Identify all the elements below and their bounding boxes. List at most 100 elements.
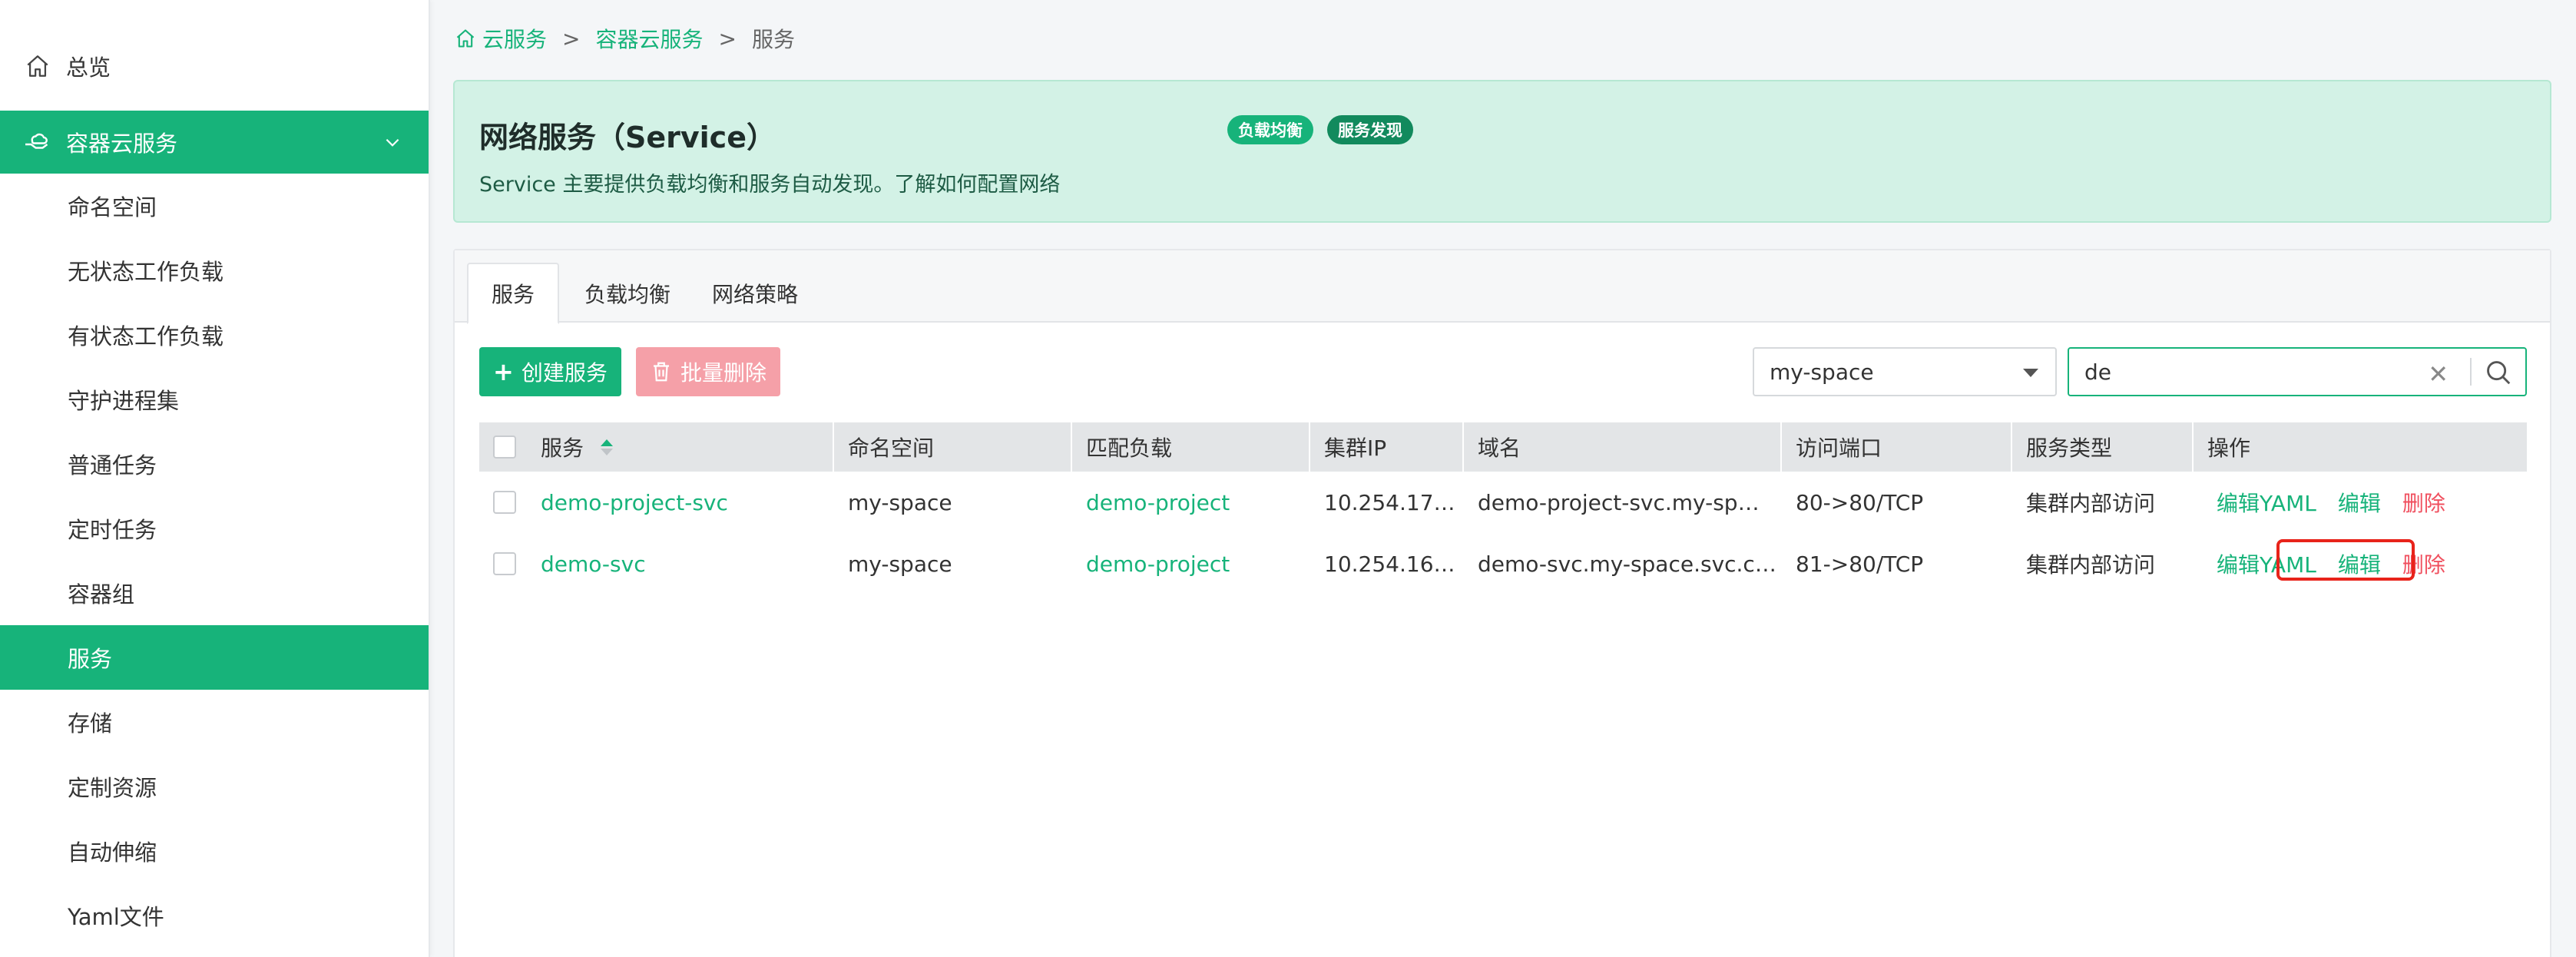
row-checkbox[interactable] [493, 491, 516, 514]
sidebar-item[interactable]: 容器组 [0, 561, 429, 625]
tab-bar: 服务 负载均衡 网络策略 [455, 250, 2550, 324]
cell-service-type: 集群内部访问 [2011, 533, 2192, 594]
clear-icon[interactable]: ✕ [2428, 359, 2449, 389]
badge-service-discovery: 服务发现 [1327, 115, 1413, 144]
sidebar-item-label: 定时任务 [68, 517, 157, 543]
cell-namespace: my-space [833, 472, 1071, 533]
cell-service-name[interactable]: demo-project-svc [525, 472, 833, 533]
sidebar-group-label: 容器云服务 [66, 131, 178, 157]
cell-service-type: 集群内部访问 [2011, 472, 2192, 533]
plus-icon: + [493, 357, 514, 386]
delete-link[interactable]: 删除 [2402, 487, 2445, 518]
sidebar-item-label: 有状态工作负载 [68, 323, 224, 349]
sidebar-item-label: 存储 [68, 710, 113, 737]
column-header-service[interactable]: 服务 [525, 422, 833, 472]
cell-service-name-text: demo-project-svc [541, 489, 728, 515]
sidebar-item[interactable]: 定时任务 [0, 496, 429, 561]
services-panel: 服务 负载均衡 网络策略 + 创建服务 批量删除 my-space de ✕ 服… [453, 249, 2551, 957]
sidebar-item-label: 普通任务 [68, 452, 157, 478]
table-header: 服务 命名空间 匹配负载 集群IP 域名 访问端口 服务类型 操作 [479, 422, 2527, 472]
page-title: 网络服务（Service） [479, 121, 776, 154]
cell-workload[interactable]: demo-project [1071, 533, 1309, 594]
select-all-checkbox[interactable] [493, 435, 516, 459]
row-checkbox[interactable] [493, 552, 516, 575]
row-select-cell [479, 533, 525, 594]
sidebar-item-label: 容器组 [68, 581, 135, 608]
cell-workload-text: demo-project [1086, 489, 1230, 515]
cell-namespace: my-space [833, 533, 1071, 594]
sidebar-item[interactable]: 普通任务 [0, 432, 429, 496]
sidebar-item-label: 无状态工作负载 [68, 259, 224, 285]
edit-link[interactable]: 编辑 [2338, 487, 2381, 518]
home-icon[interactable] [455, 28, 476, 49]
trash-icon [654, 362, 669, 382]
sidebar-item[interactable]: 无状态工作负载 [0, 238, 429, 303]
sidebar-item[interactable]: 自动伸缩 [0, 819, 429, 883]
cell-cluster-ip: 10.254.16… [1309, 533, 1462, 594]
table-row: demo-svc my-space demo-project 10.254.16… de… [479, 533, 2527, 594]
info-banner: 网络服务（Service） Service 主要提供负载均衡和服务自动发现。了解… [453, 80, 2551, 223]
search-divider [2470, 358, 2472, 386]
cell-namespace-text: my-space [848, 489, 952, 515]
caret-down-icon [2023, 369, 2038, 377]
tab-services[interactable]: 服务 [467, 263, 559, 324]
cell-port: 80->80/TCP [1780, 472, 2011, 533]
sidebar: 总览 容器云服务 命名空间无状态工作负载 有状态工作负载 守护进程集普通任务定时任务… [0, 0, 430, 957]
column-header-domain: 域名 [1478, 435, 1521, 461]
sidebar-item-overview[interactable]: 总览 [0, 34, 429, 98]
column-header-workload: 匹配负载 [1086, 435, 1173, 461]
sidebar-item[interactable]: 守护进程集 [0, 367, 429, 432]
row-select-cell [479, 472, 525, 533]
breadcrumb-separator: > [718, 25, 737, 51]
breadcrumb-root-link[interactable]: 云服务 [482, 23, 547, 54]
cell-domain-text: demo-project-svc.my-sp… [1478, 489, 1760, 515]
cell-cluster-ip-text: 10.254.17… [1324, 489, 1455, 515]
cell-cluster-ip-text: 10.254.16… [1324, 551, 1455, 577]
cell-workload[interactable]: demo-project [1071, 472, 1309, 533]
sidebar-item[interactable]: 有状态工作负载 [0, 303, 429, 367]
sidebar-item[interactable]: 定制资源 [0, 754, 429, 819]
column-header-namespace: 命名空间 [848, 435, 935, 461]
column-header-port: 访问端口 [1796, 435, 1882, 461]
sidebar-item-label: 服务 [68, 646, 113, 672]
sidebar-item-label: 定制资源 [68, 775, 157, 801]
sidebar-group-container-cloud[interactable]: 容器云服务 [0, 111, 429, 174]
cell-domain: demo-project-svc.my-sp… [1462, 472, 1780, 533]
sidebar-item-label: 守护进程集 [68, 388, 180, 414]
cell-domain-text: demo-svc.my-space.svc.c… [1478, 551, 1776, 577]
banner-description: Service 主要提供负载均衡和服务自动发现。了解如何配置网络 [479, 173, 1061, 197]
search-icon[interactable] [2484, 358, 2513, 387]
breadcrumb-separator: > [562, 25, 581, 51]
cell-port-text: 81->80/TCP [1796, 551, 1924, 577]
cell-port-text: 80->80/TCP [1796, 489, 1924, 515]
select-all-cell [479, 422, 525, 472]
batch-delete-button[interactable]: 批量删除 [636, 347, 781, 396]
cell-service-type-text: 集群内部访问 [2026, 491, 2156, 516]
create-service-button[interactable]: + 创建服务 [479, 347, 621, 396]
cell-service-name[interactable]: demo-svc [525, 533, 833, 594]
sidebar-item-label: Yaml文件 [68, 904, 164, 930]
namespace-select[interactable]: my-space [1753, 347, 2057, 396]
home-icon [27, 55, 48, 77]
column-header-type: 服务类型 [2026, 435, 2113, 461]
namespace-select-value: my-space [1770, 359, 1874, 385]
main-content: 云服务 > 容器云服务 > 服务 网络服务（Service） Service 主… [432, 0, 2576, 957]
sort-icon[interactable] [601, 439, 614, 455]
sidebar-item-label: 自动伸缩 [68, 839, 157, 866]
tab-load-balancing[interactable]: 负载均衡 [570, 263, 685, 324]
cell-domain: demo-svc.my-space.svc.c… [1462, 533, 1780, 594]
search-input[interactable]: de ✕ [2068, 347, 2527, 396]
sidebar-item[interactable]: 存储 [0, 690, 429, 754]
cell-actions: 编辑YAML 编辑 删除 [2192, 472, 2527, 533]
sidebar-item[interactable]: Yaml文件 [0, 883, 429, 948]
create-service-label: 创建服务 [521, 360, 608, 386]
chevron-down-icon[interactable] [382, 132, 402, 152]
column-header-label: 服务 [541, 435, 584, 461]
sidebar-item[interactable]: 命名空间 [0, 174, 429, 238]
highlight-box [2276, 539, 2415, 581]
sidebar-item[interactable]: 服务 [0, 625, 429, 690]
tab-network-policy[interactable]: 网络策略 [697, 263, 813, 324]
breadcrumb-parent-link[interactable]: 容器云服务 [595, 23, 703, 54]
table-body: demo-project-svc my-space demo-project 10.2… [479, 472, 2527, 594]
edit-yaml-link[interactable]: 编辑YAML [2217, 487, 2316, 518]
